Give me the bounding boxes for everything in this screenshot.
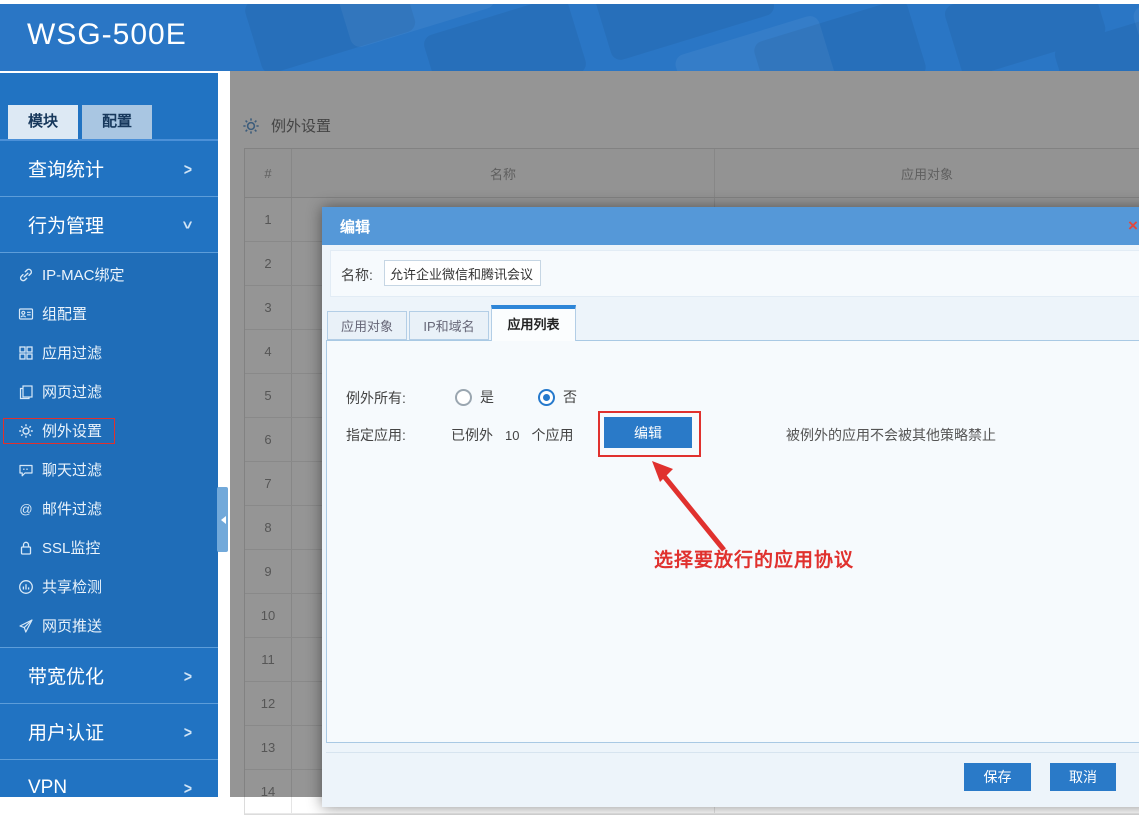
sidebar-tabs: 模块 配置 (8, 105, 152, 139)
dialog-titlebar: 编辑 (322, 207, 1139, 245)
submenu-item-label: 应用过滤 (42, 342, 102, 363)
sidebar-submenu-item[interactable]: 组配置 (0, 294, 218, 333)
sidebar-submenu: IP-MAC绑定 组配置 应用过滤 网页过滤 (0, 253, 218, 648)
sidebar-submenu-item[interactable]: 网页推送 (0, 606, 218, 645)
sidebar-section[interactable]: VPN > (0, 760, 218, 797)
sidebar-submenu-item[interactable]: 网页过滤 (0, 372, 218, 411)
save-button[interactable]: 保存 (964, 763, 1031, 791)
app-title: WSG-500E (27, 18, 187, 52)
sidebar-submenu-item[interactable]: 共享检测 (0, 567, 218, 606)
chevron-right-icon: > (184, 778, 192, 797)
sidebar: 模块 配置 查询统计 > 行为管理 > IP (0, 73, 218, 797)
excepted-suffix: 个应用 (531, 427, 573, 443)
sidebar-section[interactable]: 带宽优化 > (0, 648, 218, 704)
edit-apps-button[interactable]: 编辑 (604, 417, 692, 448)
submenu-item-label: 网页推送 (42, 615, 102, 636)
sidebar-submenu-item[interactable]: @ 邮件过滤 (0, 489, 218, 528)
radio-option[interactable]: 否 (538, 387, 577, 407)
id-card-icon (18, 306, 34, 322)
grid-icon (18, 345, 34, 361)
sidebar-section[interactable]: 查询统计 > (0, 141, 218, 197)
dialog-title: 编辑 (340, 216, 370, 237)
excepted-count-line: 已例外 10 个应用 (451, 425, 573, 445)
tab-ip-domain[interactable]: IP和域名 (409, 311, 489, 340)
chat-icon (18, 462, 34, 478)
annotation-text: 选择要放行的应用协议 (654, 545, 854, 572)
exception-note: 被例外的应用不会被其他策略禁止 (786, 425, 996, 445)
except-all-label: 例外所有: (346, 388, 406, 408)
at-icon: @ (18, 501, 34, 517)
footer-divider (326, 752, 1139, 753)
except-all-radio-group: 是 否 (455, 387, 621, 407)
specify-app-label: 指定应用: (346, 425, 406, 445)
tab-app-target[interactable]: 应用对象 (327, 311, 407, 340)
app-header: WSG-500E (0, 0, 1139, 71)
tab-app-list[interactable]: 应用列表 (491, 305, 576, 341)
send-icon (18, 618, 34, 634)
edit-dialog: 编辑 × 名称: 应用对象 IP和域名 应用列表 例外所有: 是 否 指定应用:… (322, 207, 1139, 807)
submenu-item-label: 网页过滤 (42, 381, 102, 402)
submenu-item-label: SSL监控 (42, 537, 100, 558)
sidebar-tab[interactable]: 配置 (82, 105, 152, 139)
name-input[interactable] (384, 260, 541, 286)
submenu-item-label: 聊天过滤 (42, 459, 102, 480)
sidebar-submenu-item[interactable]: 聊天过滤 (0, 450, 218, 489)
sidebar-submenu-item[interactable]: 例外设置 (0, 411, 218, 450)
submenu-item-label: IP-MAC绑定 (42, 264, 125, 285)
sidebar-section[interactable]: 行为管理 > (0, 197, 218, 253)
name-field-row: 名称: (330, 250, 1139, 297)
chevron-right-icon: > (178, 220, 197, 228)
radio-option[interactable]: 是 (455, 387, 494, 407)
share-icon (18, 579, 34, 595)
radio-icon (538, 389, 555, 406)
close-icon[interactable]: × (1128, 216, 1138, 236)
chevron-right-icon: > (184, 722, 192, 741)
chevron-right-icon: > (184, 159, 192, 178)
sidebar-tab[interactable]: 模块 (8, 105, 78, 139)
sidebar-submenu-item[interactable]: IP-MAC绑定 (0, 255, 218, 294)
submenu-item-label: 组配置 (42, 303, 87, 324)
sidebar-section[interactable]: 用户认证 > (0, 704, 218, 760)
gear-icon (18, 423, 34, 439)
sidebar-submenu-item[interactable]: 应用过滤 (0, 333, 218, 372)
name-label: 名称: (341, 265, 373, 285)
chevron-right-icon: > (184, 666, 192, 685)
cancel-button[interactable]: 取消 (1050, 763, 1116, 791)
excepted-count: 10 (505, 428, 519, 443)
tab-panel: 例外所有: 是 否 指定应用: 已例外 10 个应用 编辑 被例外的应用不会被其他策… (326, 340, 1139, 743)
submenu-item-label: 例外设置 (42, 420, 102, 441)
radio-icon (455, 389, 472, 406)
sidebar-nav: 查询统计 > 行为管理 > IP-MAC绑定 组 (0, 141, 218, 797)
pages-icon (18, 384, 34, 400)
sidebar-collapse-handle[interactable] (217, 487, 228, 552)
link-icon (18, 267, 34, 283)
submenu-item-label: 共享检测 (42, 576, 102, 597)
lock-icon (18, 540, 34, 556)
collapse-left-icon (217, 516, 226, 524)
svg-text:@: @ (19, 501, 32, 516)
submenu-item-label: 邮件过滤 (42, 498, 102, 519)
excepted-prefix: 已例外 (451, 427, 493, 443)
annotation-arrow-icon (637, 446, 737, 561)
sidebar-submenu-item[interactable]: SSL监控 (0, 528, 218, 567)
